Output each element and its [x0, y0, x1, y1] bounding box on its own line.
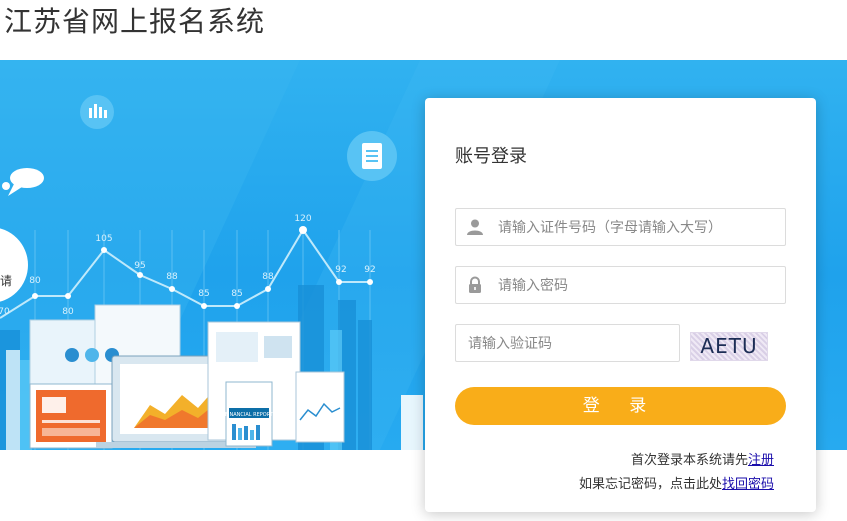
report-label: FINANCIAL REPORT: [225, 412, 274, 418]
id-number-field[interactable]: [455, 208, 786, 247]
register-link[interactable]: 注册: [748, 453, 774, 468]
forgot-password-hint: 如果忘记密码，点击此处找回密码: [579, 473, 774, 492]
password-field[interactable]: [455, 266, 786, 305]
chart-point-label: 85: [231, 289, 242, 299]
chart-point-label: 95: [134, 261, 145, 271]
register-hint: 首次登录本系统请先注册: [631, 449, 774, 468]
orange-tablet: [29, 383, 113, 449]
id-number-input[interactable]: [496, 209, 780, 247]
login-button[interactable]: 登 录: [455, 387, 786, 425]
small-bubble-icon: [2, 182, 10, 190]
lock-icon: [469, 276, 481, 293]
chart-point-label: 88: [166, 272, 178, 282]
captcha-image[interactable]: AETU: [690, 332, 768, 361]
site-title: 江苏省网上报名系统: [4, 5, 266, 38]
chart-point-label: 80: [29, 276, 41, 286]
chart-point-label: 92: [364, 265, 375, 275]
forgot-password-link[interactable]: 找回密码: [722, 477, 774, 492]
document-icon: [347, 131, 397, 181]
chart-point-label: 105: [95, 234, 112, 244]
chart-point-label: 85: [198, 289, 209, 299]
report-document: FINANCIAL REPORT: [207, 321, 301, 447]
chart-point-label: 80: [62, 307, 74, 317]
chart-point-label: 120: [294, 214, 311, 224]
chart-point-label: 92: [335, 265, 346, 275]
chart-point-label: 70: [0, 307, 10, 317]
left-circle-text: 请: [0, 274, 12, 288]
captcha-field[interactable]: [455, 324, 680, 363]
bar-chart-icon: [80, 95, 114, 129]
chart-point-label: 88: [262, 272, 274, 282]
captcha-input[interactable]: [466, 325, 670, 363]
login-title: 账号登录: [455, 146, 527, 167]
forgot-hint-text: 如果忘记密码，点击此处: [578, 477, 722, 492]
register-hint-text: 首次登录本系统请先: [630, 453, 748, 468]
login-card: 账号登录 AETU 登 录 首次登录本系统请先注册 如果忘记密码，点击此处找回密…: [425, 98, 816, 512]
small-monitor: [295, 371, 345, 443]
user-icon: [467, 219, 483, 235]
password-input[interactable]: [496, 267, 780, 305]
